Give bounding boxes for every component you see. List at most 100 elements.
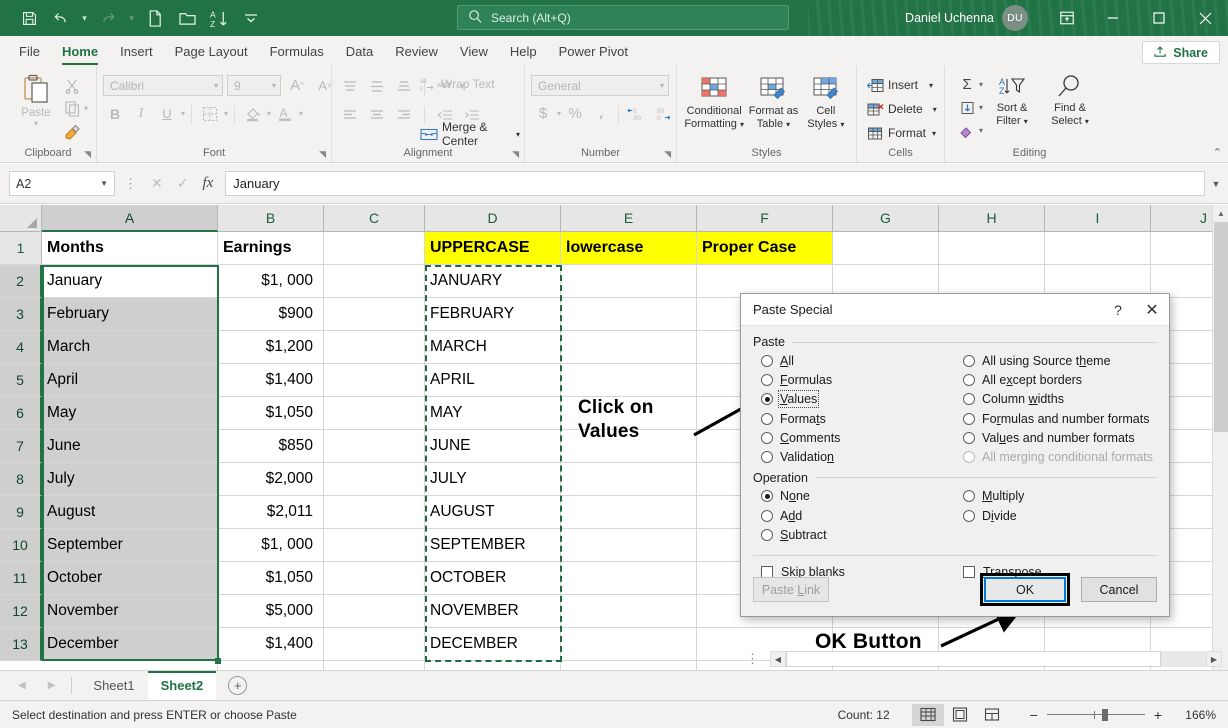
cell-C10[interactable]	[324, 529, 425, 562]
tab-page-layout[interactable]: Page Layout	[164, 38, 259, 66]
normal-view-button[interactable]	[912, 704, 944, 726]
tab-power-pivot[interactable]: Power Pivot	[548, 38, 639, 66]
cell-C12[interactable]	[324, 595, 425, 628]
scroll-left-icon[interactable]: ◀	[770, 651, 786, 667]
paste-dropdown-icon[interactable]: ▾	[34, 120, 38, 127]
cell-D11[interactable]: OCTOBER	[425, 562, 561, 595]
radio-multiply[interactable]: Multiply	[955, 487, 1157, 506]
add-sheet-button[interactable]: +	[228, 676, 247, 695]
cell-A5[interactable]: April	[42, 364, 218, 397]
row-header-9[interactable]: 9	[0, 496, 42, 529]
share-button[interactable]: Share	[1142, 41, 1220, 64]
cell-C5[interactable]	[324, 364, 425, 397]
cell-D1[interactable]: UPPERCASE	[425, 232, 561, 265]
delete-cells-button[interactable]: Delete ▾	[863, 97, 941, 121]
cell-B13[interactable]: $1,400	[218, 628, 324, 661]
chevron-down-icon[interactable]: ▾	[516, 130, 520, 139]
cell-E10[interactable]	[561, 529, 697, 562]
zoom-in-button[interactable]: +	[1154, 707, 1162, 723]
tab-review[interactable]: Review	[384, 38, 449, 66]
cell-B2[interactable]: $1, 000	[218, 265, 324, 298]
cell-A8[interactable]: July	[42, 463, 218, 496]
cell-A11[interactable]: October	[42, 562, 218, 595]
cell-B7[interactable]: $850	[218, 430, 324, 463]
ribbon-display-options-icon[interactable]	[1044, 0, 1090, 36]
column-header-B[interactable]: B	[218, 205, 324, 232]
radio-subtract[interactable]: Subtract	[753, 525, 955, 544]
cell-A9[interactable]: August	[42, 496, 218, 529]
row-header-6[interactable]: 6	[0, 397, 42, 430]
number-format-combo[interactable]: General▾	[531, 75, 669, 96]
cell-B12[interactable]: $5,000	[218, 595, 324, 628]
sheet-tab-sheet1[interactable]: Sheet1	[80, 671, 147, 700]
column-header-H[interactable]: H	[939, 205, 1045, 232]
radio-formulas-and-number-formats[interactable]: Formulas and number formats	[955, 409, 1157, 428]
ok-button[interactable]: OK	[984, 577, 1066, 602]
radio-values[interactable]: Values	[753, 390, 955, 409]
confirm-entry-icon[interactable]: ✓	[177, 175, 189, 192]
cell-C6[interactable]	[324, 397, 425, 430]
cell-B9[interactable]: $2,011	[218, 496, 324, 529]
font-size-combo[interactable]: 9▾	[227, 75, 281, 96]
sheet-tab-sheet2[interactable]: Sheet2	[148, 671, 217, 700]
formula-input[interactable]: January	[225, 171, 1205, 196]
cell-B8[interactable]: $2,000	[218, 463, 324, 496]
column-header-F[interactable]: F	[697, 205, 833, 232]
cell-A12[interactable]: November	[42, 595, 218, 628]
search-input[interactable]: Search (Alt+Q)	[457, 5, 789, 30]
radio-divide[interactable]: Divide	[955, 506, 1157, 525]
cell-E5[interactable]	[561, 364, 697, 397]
scrollbar-grip[interactable]: ⋮	[746, 651, 760, 667]
row-header-8[interactable]: 8	[0, 463, 42, 496]
cell-C11[interactable]	[324, 562, 425, 595]
cell-C3[interactable]	[324, 298, 425, 331]
format-cells-button[interactable]: Format ▾	[863, 121, 940, 145]
vertical-scroll-thumb[interactable]	[1214, 222, 1228, 432]
radio-formulas[interactable]: Formulas	[753, 370, 955, 389]
undo-dropdown-icon[interactable]: ▾	[78, 5, 91, 31]
cell-D7[interactable]: JUNE	[425, 430, 561, 463]
cell-D3[interactable]: FEBRUARY	[425, 298, 561, 331]
open-folder-icon[interactable]	[172, 5, 202, 31]
tab-home[interactable]: Home	[51, 38, 109, 66]
font-name-combo[interactable]: Calibri▾	[103, 75, 223, 96]
avatar[interactable]: DU	[1002, 5, 1028, 31]
cell-E12[interactable]	[561, 595, 697, 628]
minimize-button[interactable]	[1090, 0, 1136, 36]
radio-validation[interactable]: Validation	[753, 447, 955, 466]
tab-data[interactable]: Data	[335, 38, 384, 66]
cell-I1[interactable]	[1045, 232, 1151, 265]
maximize-button[interactable]	[1136, 0, 1182, 36]
cell-C9[interactable]	[324, 496, 425, 529]
select-all-corner[interactable]	[0, 205, 42, 232]
cell-A7[interactable]: June	[42, 430, 218, 463]
cancel-entry-icon[interactable]: ✕	[151, 175, 163, 192]
cell-A1[interactable]: Months	[42, 232, 218, 265]
cell-C4[interactable]	[324, 331, 425, 364]
cell-D2[interactable]: JANUARY	[425, 265, 561, 298]
cell-B11[interactable]: $1,050	[218, 562, 324, 595]
row-header-12[interactable]: 12	[0, 595, 42, 628]
expand-formula-bar-icon[interactable]: ▼	[1208, 179, 1224, 189]
redo-dropdown-icon[interactable]: ▾	[125, 5, 138, 31]
chevron-down-icon[interactable]: ▾	[932, 129, 936, 138]
scroll-right-icon[interactable]: ▶	[1206, 651, 1222, 667]
zoom-slider[interactable]	[1047, 714, 1145, 716]
chevron-down-icon[interactable]: ▾	[929, 81, 933, 90]
cancel-button[interactable]: Cancel	[1081, 577, 1157, 602]
row-header-1[interactable]: 1	[0, 232, 42, 265]
radio-comments[interactable]: Comments	[753, 428, 955, 447]
sort-az-icon[interactable]: AZ	[204, 5, 234, 31]
tab-view[interactable]: View	[449, 38, 499, 66]
tab-help[interactable]: Help	[499, 38, 548, 66]
cell-G1[interactable]	[833, 232, 939, 265]
radio-column-widths[interactable]: Column widths	[955, 390, 1157, 409]
row-header-7[interactable]: 7	[0, 430, 42, 463]
tab-insert[interactable]: Insert	[109, 38, 164, 66]
column-header-E[interactable]: E	[561, 205, 697, 232]
cell-E13[interactable]	[561, 628, 697, 661]
tab-file[interactable]: File	[8, 38, 51, 66]
cell-A13[interactable]: December	[42, 628, 218, 661]
cell-D6[interactable]: MAY	[425, 397, 561, 430]
collapse-ribbon-icon[interactable]: ⌃	[1213, 146, 1222, 159]
